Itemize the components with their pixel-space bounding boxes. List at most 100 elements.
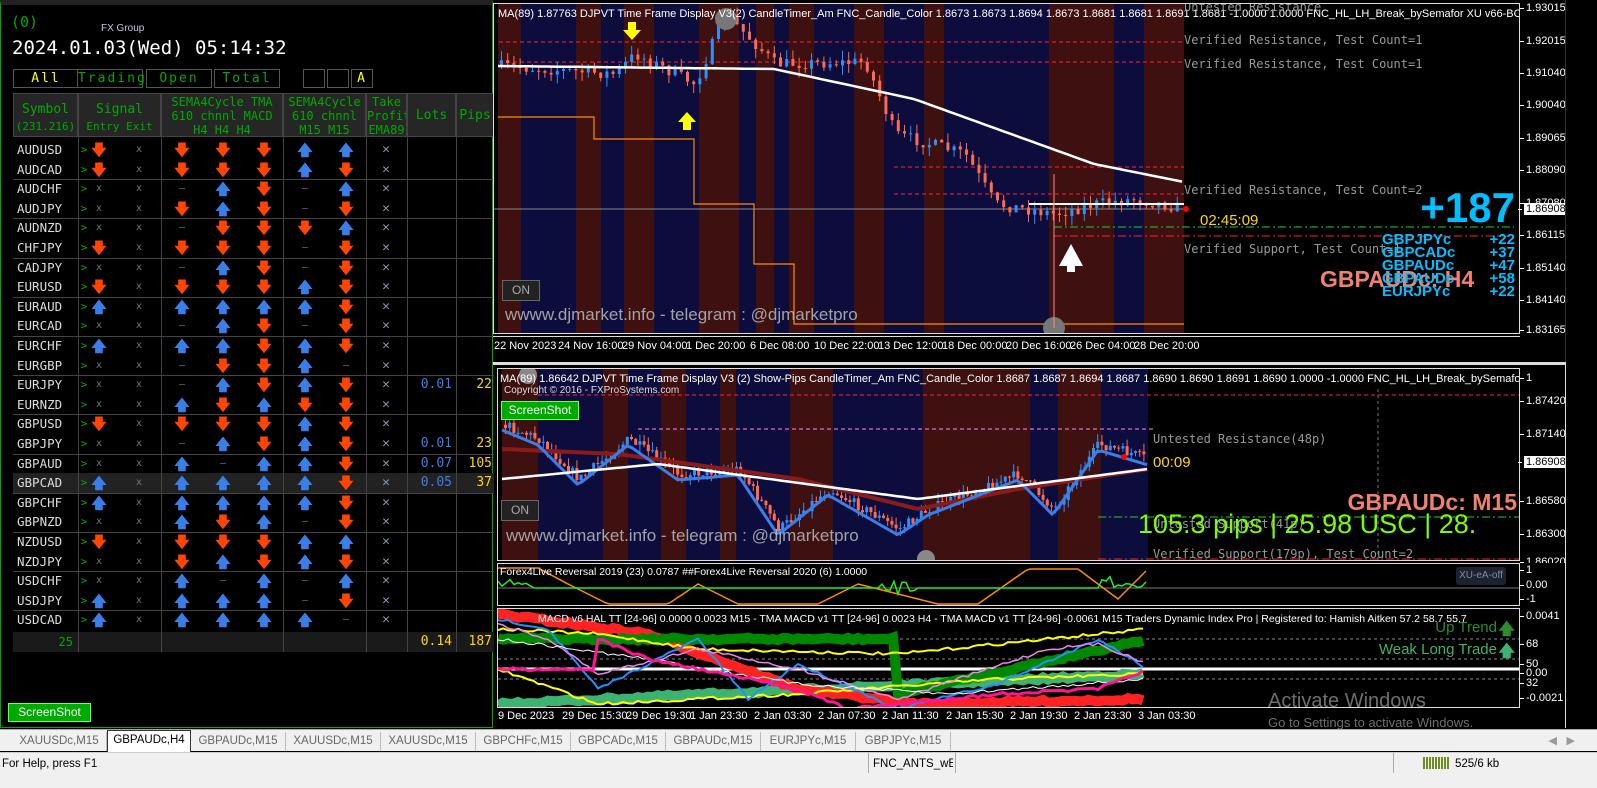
table-row[interactable]: USDCAD > 🡅 x 🡅 🡅 🡅 🡅 – ✕	[13, 610, 494, 630]
tab-xauusdc-m15[interactable]: XAUUSDc,M15	[381, 732, 476, 751]
table-row[interactable]: NZDUSD > 🡇 x 🡇 🡇 🡇 🡅 🡅 ✕	[13, 532, 494, 552]
symbol-label[interactable]: GBPNZD	[17, 512, 77, 532]
xu-ea-off-button[interactable]: XU-eA-off	[1456, 567, 1506, 585]
symbol-label[interactable]: CADJPY	[17, 258, 77, 278]
close-x-icon[interactable]: ✕	[374, 316, 398, 336]
table-row[interactable]: EURCHF > 🡅 x 🡅 🡅 🡇 🡅 🡇 ✕	[13, 336, 494, 356]
table-row[interactable]: EURAUD > 🡅 x 🡅 🡅 🡅 🡅 🡇 ✕	[13, 297, 494, 317]
symbol-label[interactable]: EURUSD	[17, 277, 77, 297]
table-row[interactable]: EURCAD > x x – 🡅 🡇 – 🡇 ✕	[13, 316, 494, 336]
close-x-icon[interactable]: ✕	[374, 375, 398, 395]
tab-scroll-left-icon[interactable]: ◀	[1549, 734, 1557, 747]
filter-button-total[interactable]: Total	[214, 69, 280, 88]
symbol-label[interactable]: GBPCHF	[17, 493, 77, 513]
filter-button-a[interactable]: A	[351, 69, 373, 88]
table-row[interactable]: USDCHF > x x 🡅 – 🡅 – 🡅 ✕	[13, 571, 494, 591]
table-row[interactable]: GBPUSD > 🡇 x 🡇 🡇 🡇 🡅 🡇 ✕	[13, 414, 494, 434]
close-x-icon[interactable]: ✕	[374, 336, 398, 356]
filter-button-blank[interactable]	[327, 69, 349, 88]
tab-gbpjpyc-m15[interactable]: GBPJPYc,M15	[856, 732, 951, 751]
symbol-label[interactable]: GBPUSD	[17, 414, 77, 434]
symbol-label[interactable]: GBPCAD	[17, 473, 77, 493]
table-row[interactable]: GBPCAD > 🡅 x 🡅 🡅 🡅 🡅 🡇 ✕ 0.05 37	[13, 473, 494, 494]
table-row[interactable]: AUDCHF > x x – 🡅 🡇 – 🡅 ✕	[13, 179, 494, 199]
filter-button-trading[interactable]: Trading	[77, 69, 145, 88]
screenshot-button[interactable]: ScreenShot	[501, 401, 579, 420]
close-x-icon[interactable]: ✕	[374, 591, 398, 611]
tab-gbpcadc-m15[interactable]: GBPCADc,M15	[571, 732, 666, 751]
symbol-label[interactable]: USDCHF	[17, 571, 77, 591]
table-row[interactable]: GBPCHF > 🡅 x 🡅 🡅 🡅 🡅 🡇 ✕	[13, 493, 494, 513]
on-button[interactable]: ON	[501, 500, 539, 521]
table-row[interactable]: GBPJPY > x x – 🡅 🡇 🡅 🡇 ✕ 0.01 23	[13, 434, 494, 454]
close-x-icon[interactable]: ✕	[374, 297, 398, 317]
tab-xauusdc-m15[interactable]: XAUUSDc,M15	[12, 732, 107, 751]
symbol-label[interactable]: GBPAUD	[17, 454, 77, 474]
on-button[interactable]: ON	[502, 280, 540, 301]
table-row[interactable]: CADJPY > x x – 🡅 🡇 – 🡇 ✕	[13, 258, 494, 278]
screenshot-button[interactable]: ScreenShot	[8, 703, 91, 722]
table-row[interactable]: GBPNZD > x x 🡅 🡇 🡅 – 🡇 ✕	[13, 512, 494, 532]
close-x-icon[interactable]: ✕	[374, 218, 398, 238]
tab-eurjpyc-m15[interactable]: EURJPYc,M15	[761, 732, 856, 751]
close-x-icon[interactable]: ✕	[374, 571, 398, 591]
close-x-icon[interactable]: ✕	[374, 454, 398, 474]
symbol-label[interactable]: NZDJPY	[17, 552, 77, 572]
symbol-label[interactable]: NZDUSD	[17, 532, 77, 552]
tab-gbpaudc-h4[interactable]: GBPAUDc,H4	[107, 730, 191, 752]
close-x-icon[interactable]: ✕	[374, 179, 398, 199]
table-row[interactable]: EURNZD > x x 🡅 🡇 🡅 🡇 🡇 ✕	[13, 395, 494, 415]
tab-gbpchfc-m15[interactable]: GBPCHFc,M15	[476, 732, 571, 751]
symbol-label[interactable]: EURJPY	[17, 375, 77, 395]
close-x-icon[interactable]: ✕	[374, 414, 398, 434]
table-row[interactable]: AUDNZD > x x – 🡇 🡇 🡇 🡅 ✕	[13, 218, 494, 238]
symbol-label[interactable]: EURCHF	[17, 336, 77, 356]
table-row[interactable]: USDJPY > 🡅 x 🡅 🡅 🡅 – 🡇 ✕	[13, 591, 494, 611]
filter-button-open[interactable]: Open	[146, 69, 212, 88]
table-row[interactable]: EURUSD > 🡇 x 🡇 🡇 🡇 🡅 🡇 ✕	[13, 277, 494, 297]
tab-gbpaudc-m15[interactable]: GBPAUDc,M15	[191, 732, 286, 751]
close-x-icon[interactable]: ✕	[374, 473, 398, 493]
close-x-icon[interactable]: ✕	[374, 532, 398, 552]
symbol-label[interactable]: AUDJPY	[17, 199, 77, 219]
close-x-icon[interactable]: ✕	[374, 610, 398, 630]
close-x-icon[interactable]: ✕	[374, 434, 398, 454]
table-row[interactable]: AUDCAD > 🡇 x 🡇 🡇 🡇 🡅 🡇 ✕	[13, 160, 494, 180]
tab-xauusdc-m15[interactable]: XAUUSDc,M15	[286, 732, 381, 751]
table-row[interactable]: EURJPY > x x – 🡅 🡇 🡅 🡇 ✕ 0.01 22	[13, 375, 494, 395]
m15-chart-plot[interactable]: MA(89) 1.86642 DJPVT Time Frame Display …	[497, 368, 1520, 561]
symbol-label[interactable]: USDCAD	[17, 610, 77, 630]
close-x-icon[interactable]: ✕	[374, 356, 398, 376]
close-x-icon[interactable]: ✕	[374, 199, 398, 219]
close-x-icon[interactable]: ✕	[374, 160, 398, 180]
reversal-indicator-pane[interactable]: Forex4Live Reversal 2019 (23) 0.0787 ##F…	[497, 563, 1520, 606]
symbol-label[interactable]: USDJPY	[17, 591, 77, 611]
symbol-label[interactable]: EURGBP	[17, 356, 77, 376]
symbol-label[interactable]: GBPJPY	[17, 434, 77, 454]
symbol-label[interactable]: CHFJPY	[17, 238, 77, 258]
symbol-label[interactable]: AUDUSD	[17, 140, 77, 160]
symbol-label[interactable]: EURCAD	[17, 316, 77, 336]
filter-button-all[interactable]: All	[13, 69, 79, 88]
h4-chart-plot[interactable]: MA(89) 1.87763 DJPVT Time Frame Display …	[493, 3, 1520, 334]
close-x-icon[interactable]: ✕	[374, 493, 398, 513]
symbol-label[interactable]: AUDNZD	[17, 218, 77, 238]
table-row[interactable]: AUDUSD > 🡇 x 🡇 🡇 🡇 🡅 🡅 ✕	[13, 140, 494, 160]
symbol-label[interactable]: EURAUD	[17, 297, 77, 317]
close-x-icon[interactable]: ✕	[374, 512, 398, 532]
table-row[interactable]: NZDJPY > x x 🡇 🡅 🡇 🡅 🡇 ✕	[13, 552, 494, 572]
table-row[interactable]: AUDJPY > x x 🡇 🡅 🡇 – 🡇 ✕	[13, 199, 494, 219]
symbol-label[interactable]: EURNZD	[17, 395, 77, 415]
close-x-icon[interactable]: ✕	[374, 258, 398, 278]
close-x-icon[interactable]: ✕	[374, 238, 398, 258]
symbol-label[interactable]: AUDCHF	[17, 179, 77, 199]
filter-button-blank[interactable]	[303, 69, 325, 88]
close-x-icon[interactable]: ✕	[374, 277, 398, 297]
close-x-icon[interactable]: ✕	[374, 552, 398, 572]
tab-gbpaudc-m15[interactable]: GBPAUDc,M15	[666, 732, 761, 751]
table-row[interactable]: EURGBP > x x – 🡇 🡇 🡅 – ✕	[13, 356, 494, 376]
table-row[interactable]: CHFJPY > 🡇 x 🡇 🡇 🡇 – 🡇 ✕	[13, 238, 494, 258]
tab-scroll-right-icon[interactable]: ▶	[1567, 734, 1575, 747]
close-x-icon[interactable]: ✕	[374, 395, 398, 415]
symbol-label[interactable]: AUDCAD	[17, 160, 77, 180]
